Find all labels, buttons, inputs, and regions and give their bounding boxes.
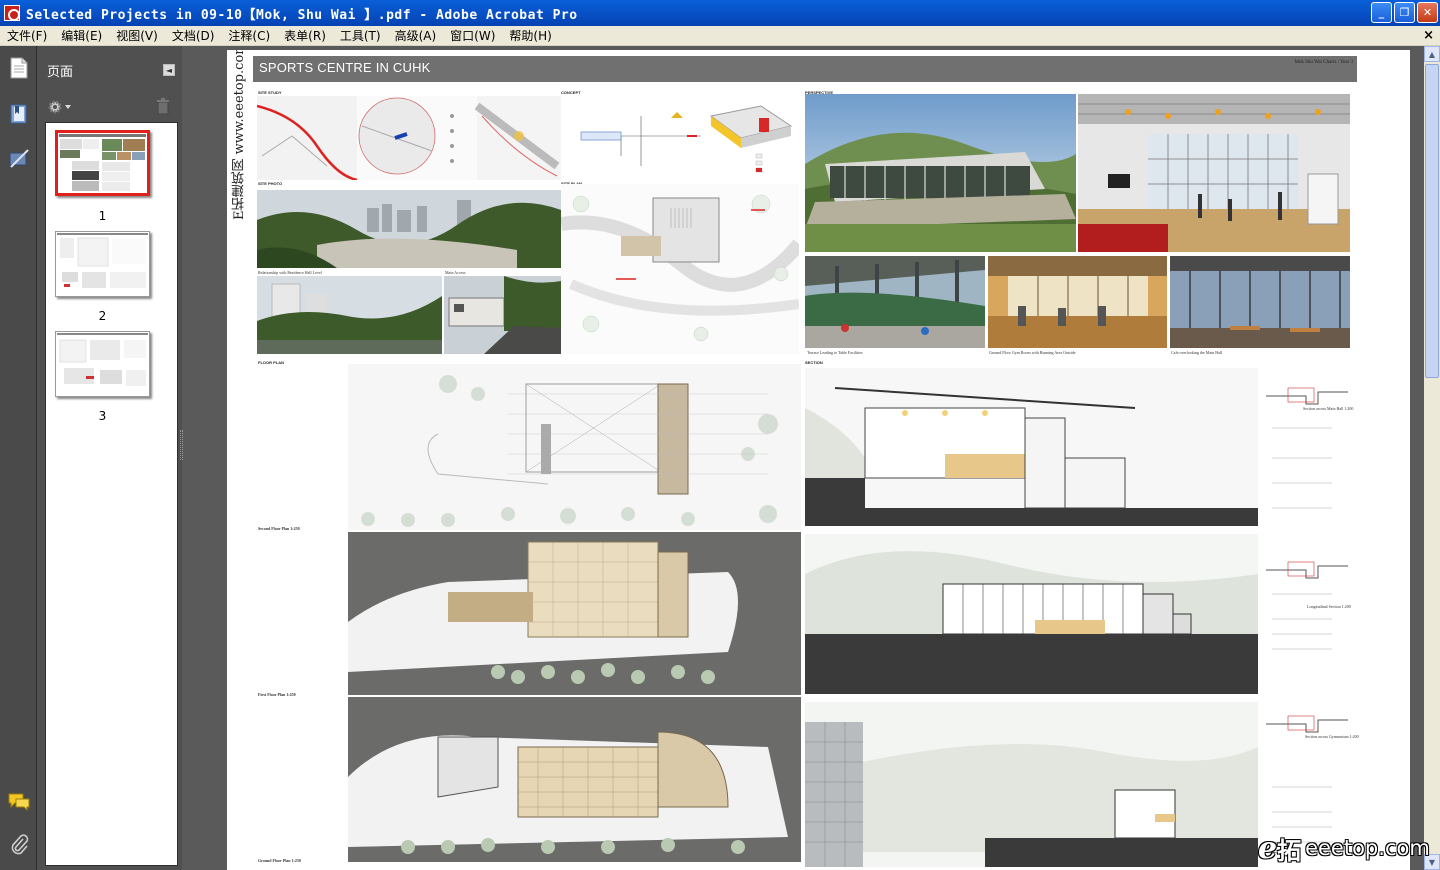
restore-button[interactable]: ❐ bbox=[1394, 2, 1415, 23]
caption-site-photo-1: Relationship with Residence Hall Level bbox=[258, 270, 322, 275]
scroll-thumb[interactable] bbox=[1425, 64, 1439, 378]
scroll-up-icon[interactable]: ▲ bbox=[1424, 46, 1440, 62]
logo-text: eeetop.com bbox=[1305, 836, 1430, 860]
navigation-strip bbox=[0, 46, 37, 870]
perspective-exterior-render bbox=[805, 94, 1076, 252]
section-across-main-hall bbox=[805, 368, 1258, 526]
document-area: E拓建筑网 www.eeetop.com SPORTS CENTRE IN CU… bbox=[183, 46, 1424, 870]
logo-tuo: 拓 bbox=[1277, 836, 1302, 865]
site-study-diagrams bbox=[257, 96, 561, 180]
ground-floor-plan-drawing bbox=[348, 697, 801, 862]
perspective-interior-hall-render bbox=[1078, 94, 1350, 252]
vertical-scrollbar[interactable]: ▲ ▼ bbox=[1424, 46, 1440, 870]
site-plan-drawing bbox=[561, 184, 799, 354]
menu-bar: 文件(F) 编辑(E) 视图(V) 文档(D) 注释(C) 表单(R) 工具(T… bbox=[0, 26, 1440, 46]
second-floor-plan-drawing bbox=[348, 364, 801, 530]
menu-file[interactable]: 文件(F) bbox=[0, 27, 54, 44]
minimize-button[interactable]: _ bbox=[1371, 2, 1392, 23]
site-photo-panorama bbox=[257, 190, 561, 268]
bookmarks-icon[interactable] bbox=[7, 102, 31, 126]
comments-icon[interactable] bbox=[7, 790, 31, 814]
caption-site-photo-2: Main Access bbox=[445, 270, 466, 275]
page-thumbnail-3[interactable] bbox=[55, 331, 150, 397]
pages-panel-header: 页面 bbox=[37, 46, 182, 94]
pages-icon[interactable] bbox=[7, 56, 31, 80]
page-thumbnail-1[interactable] bbox=[55, 130, 150, 196]
panel-collapse-icon[interactable]: ◄ bbox=[163, 64, 175, 76]
pdf-page: E拓建筑网 www.eeetop.com SPORTS CENTRE IN CU… bbox=[227, 50, 1410, 870]
menu-edit[interactable]: 编辑(E) bbox=[54, 27, 109, 44]
pages-panel: 页面 ◄ 1 2 3 bbox=[37, 46, 182, 870]
caption-persp-2: Ground Floor Gym Room with Running Area … bbox=[989, 350, 1076, 355]
section-key-diagram-a bbox=[1262, 368, 1357, 526]
options-gear-icon[interactable] bbox=[47, 98, 77, 116]
menu-advanced[interactable]: 高级(A) bbox=[388, 27, 444, 44]
page-number-3: 3 bbox=[98, 409, 107, 423]
menu-document[interactable]: 文档(D) bbox=[165, 27, 222, 44]
section-across-gymnasium bbox=[805, 702, 1258, 867]
page-number-2: 2 bbox=[98, 309, 107, 323]
caption-persp-3: Cafe overlooking the Main Hall bbox=[1171, 350, 1223, 355]
signatures-icon[interactable] bbox=[7, 146, 31, 170]
caption-persp-1: Terrace Leading to Table Facilities bbox=[807, 350, 863, 355]
label-site-study: SITE STUDY bbox=[258, 90, 282, 95]
vertical-watermark: E拓建筑网 www.eeetop.com bbox=[232, 50, 247, 220]
menu-comments[interactable]: 注释(C) bbox=[221, 27, 277, 44]
delete-page-icon[interactable] bbox=[156, 98, 172, 116]
perspective-terrace-render bbox=[805, 256, 985, 348]
acrobat-icon bbox=[4, 5, 20, 21]
caption-section-c: Section across Gymnasium 1:200 bbox=[1305, 734, 1359, 739]
page-number-1: 1 bbox=[98, 209, 107, 223]
close-button[interactable]: ✕ bbox=[1417, 2, 1438, 23]
caption-section-a: Section across Main Hall 1:200 bbox=[1303, 406, 1354, 411]
site-photo-main-access bbox=[444, 276, 561, 354]
logo-e: e bbox=[1258, 830, 1278, 866]
label-concept: CONCEPT bbox=[561, 90, 581, 95]
pages-panel-title: 页面 bbox=[47, 64, 74, 80]
title-bar: Selected Projects in 09-10【Mok, Shu Wai … bbox=[0, 0, 1440, 26]
menu-window[interactable]: 窗口(W) bbox=[443, 27, 502, 44]
page-thumbnail-2[interactable] bbox=[55, 231, 150, 297]
poster-author: Mok Shu Wai Charis / Year 3 bbox=[1294, 60, 1353, 65]
section-key-diagram-b bbox=[1262, 534, 1357, 694]
site-photo-residence bbox=[257, 276, 442, 354]
attachments-icon[interactable] bbox=[7, 832, 31, 856]
menu-help[interactable]: 帮助(H) bbox=[502, 27, 558, 44]
perspective-gym-render bbox=[988, 256, 1167, 348]
first-floor-plan-drawing bbox=[348, 532, 801, 695]
caption-section-b: Longitudinal Section 1:200 bbox=[1307, 604, 1351, 609]
thumbnail-list: 1 2 3 bbox=[45, 122, 178, 866]
menu-view[interactable]: 视图(V) bbox=[109, 27, 165, 44]
caption-first-floor: First Floor Plan 1:250 bbox=[258, 692, 296, 697]
concept-diagram bbox=[561, 96, 799, 180]
menu-forms[interactable]: 表单(R) bbox=[277, 27, 333, 44]
window-title: Selected Projects in 09-10【Mok, Shu Wai … bbox=[26, 7, 578, 23]
menu-tools[interactable]: 工具(T) bbox=[333, 27, 388, 44]
poster-title: SPORTS CENTRE IN CUHK bbox=[259, 60, 431, 75]
label-site-photo: SITE PHOTO bbox=[258, 181, 283, 186]
label-floor-plan: FLOOR PLAN bbox=[258, 360, 284, 365]
site-logo-watermark: e 拓 eeetop.com bbox=[1258, 828, 1438, 868]
caption-second-floor: Second Floor Plan 1:250 bbox=[258, 526, 300, 531]
poster-title-bar: SPORTS CENTRE IN CUHK Mok Shu Wai Charis… bbox=[253, 56, 1357, 82]
perspective-cafe-render bbox=[1170, 256, 1350, 348]
document-close-button[interactable]: × bbox=[1423, 28, 1434, 43]
caption-ground-floor: Ground Floor Plan 1:250 bbox=[258, 858, 301, 863]
longitudinal-section bbox=[805, 534, 1258, 694]
label-section: SECTION bbox=[805, 360, 823, 365]
